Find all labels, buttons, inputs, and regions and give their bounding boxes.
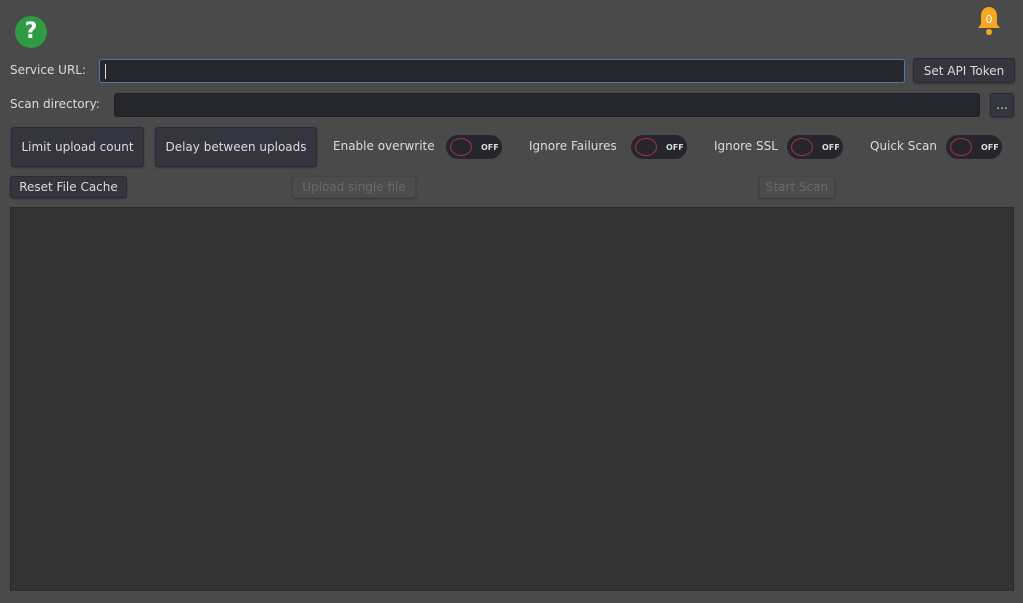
enable-overwrite-label: Enable overwrite — [333, 139, 435, 153]
scan-directory-label: Scan directory: — [10, 97, 100, 111]
log-output-panel — [10, 207, 1014, 591]
set-api-token-button[interactable]: Set API Token — [913, 58, 1015, 83]
enable-overwrite-toggle[interactable]: OFF — [446, 135, 502, 159]
upload-single-file-button[interactable]: Upload single file — [292, 176, 416, 198]
limit-upload-count-button[interactable]: Limit upload count — [11, 127, 144, 167]
ignore-ssl-label: Ignore SSL — [714, 139, 778, 153]
browse-directory-button[interactable]: ... — [990, 93, 1014, 117]
reset-file-cache-button[interactable]: Reset File Cache — [10, 176, 127, 198]
notification-bell-icon[interactable]: 0 — [975, 4, 1003, 38]
service-url-input[interactable] — [99, 59, 905, 83]
quick-scan-label: Quick Scan — [870, 139, 937, 153]
service-url-label: Service URL: — [10, 63, 87, 77]
notification-count: 0 — [985, 13, 993, 26]
scan-directory-input[interactable] — [114, 93, 980, 117]
start-scan-button[interactable]: Start Scan — [759, 176, 835, 198]
help-icon[interactable]: ? — [15, 16, 47, 48]
delay-between-uploads-button[interactable]: Delay between uploads — [155, 127, 317, 167]
quick-scan-toggle[interactable]: OFF — [946, 135, 1002, 159]
ignore-failures-label: Ignore Failures — [529, 139, 617, 153]
ignore-ssl-toggle[interactable]: OFF — [787, 135, 843, 159]
ignore-failures-toggle[interactable]: OFF — [631, 135, 687, 159]
